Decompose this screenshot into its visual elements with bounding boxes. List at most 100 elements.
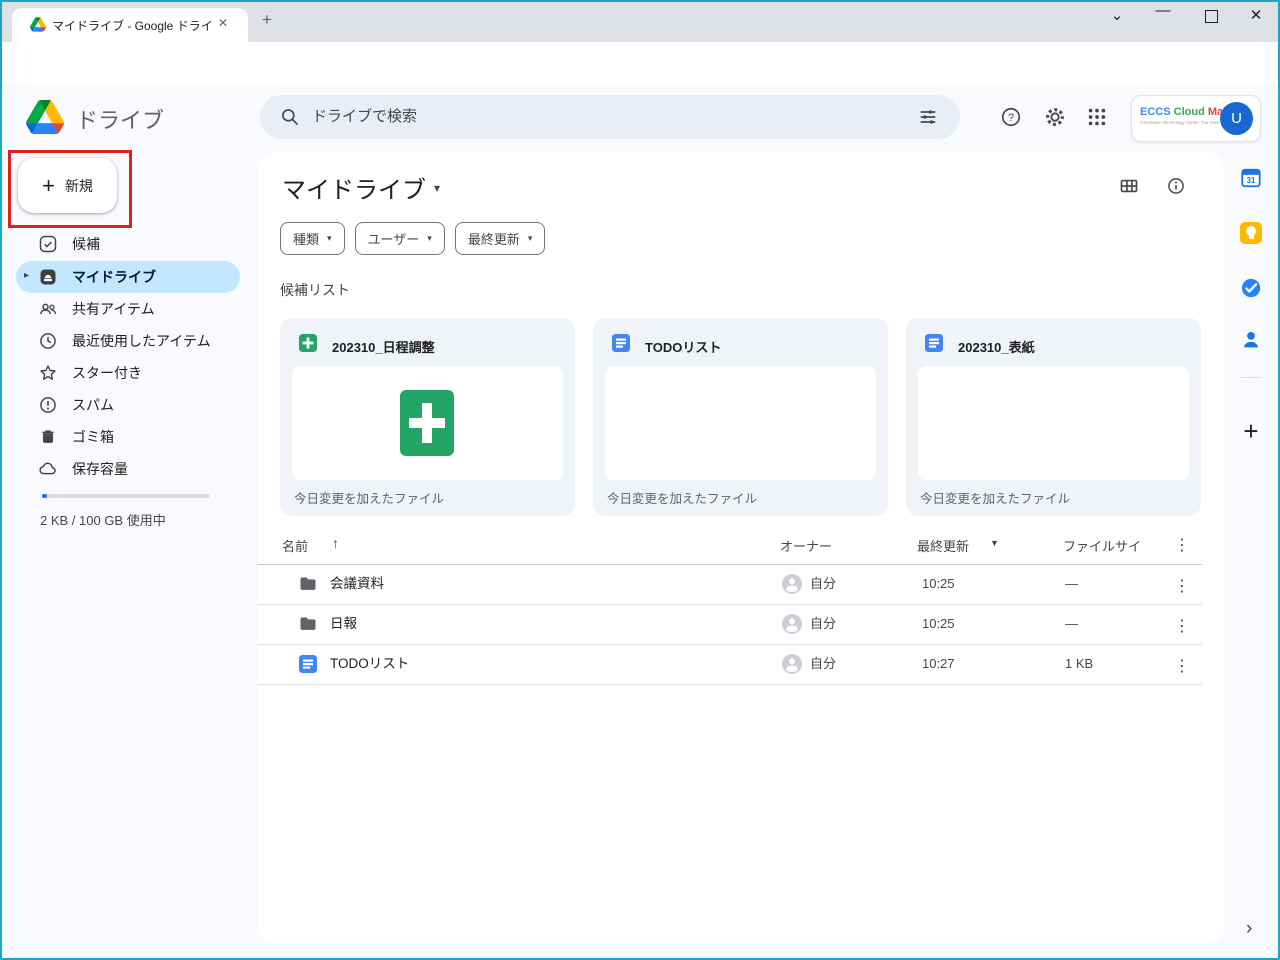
- sidebar-item-recent[interactable]: 最近使用したアイテム: [0, 325, 240, 357]
- filter-label: ユーザー: [368, 229, 420, 248]
- sidebar-item-spam[interactable]: スパム: [0, 389, 240, 421]
- document-icon: [298, 654, 318, 674]
- card-preview: [292, 366, 563, 480]
- minimize-button[interactable]: —: [1153, 2, 1173, 19]
- list-header-menu-icon[interactable]: ⋮: [1174, 535, 1190, 555]
- owner-avatar: [782, 574, 802, 594]
- calendar-icon[interactable]: 31: [1240, 167, 1262, 189]
- show-panel-chevron-icon[interactable]: ›: [1246, 918, 1252, 940]
- sidebar-item-label: スパム: [72, 395, 114, 415]
- suggestions-section-label: 候補リスト: [280, 280, 350, 300]
- app-name: ドライブ: [76, 103, 164, 135]
- tab-close-icon[interactable]: ✕: [218, 16, 228, 30]
- expand-caret-icon[interactable]: ▸: [24, 270, 29, 281]
- search-bar[interactable]: ドライブで検索: [260, 95, 960, 139]
- starred-icon: [38, 363, 58, 383]
- sidebar-item-label: スター付き: [72, 363, 142, 383]
- filter-chip-type[interactable]: 種類 ▾: [280, 222, 345, 255]
- column-name[interactable]: 名前: [282, 536, 308, 555]
- browser-tab[interactable]: マイドライブ - Google ドライブ ✕: [12, 8, 248, 42]
- sidebar-item-starred[interactable]: スター付き: [0, 357, 240, 389]
- trash-icon: [38, 427, 58, 447]
- sidebar-item-label: 候補: [72, 234, 100, 254]
- file-row[interactable]: 会議資料 自分 10:25 — ⋮: [258, 564, 1202, 605]
- spam-icon: [38, 395, 58, 415]
- file-size: —: [1065, 564, 1078, 604]
- card-reason: 今日変更を加えたファイル: [294, 488, 444, 507]
- file-list-header: 名前 ↑ オーナー 最終更新 ▼ ファイルサイ ⋮: [258, 532, 1202, 565]
- chip-caret-icon: ▾: [528, 233, 533, 244]
- sidebar-item-my-drive[interactable]: ▸ マイドライブ: [0, 261, 240, 293]
- sidebar-item-label: 保存容量: [72, 459, 128, 479]
- rail-divider: [1241, 377, 1261, 378]
- folder-icon: [298, 574, 318, 594]
- settings-gear-icon[interactable]: [1044, 106, 1066, 128]
- filter-label: 種類: [293, 229, 319, 248]
- file-row[interactable]: 日報 自分 10:25 — ⋮: [258, 604, 1202, 645]
- drive-favicon: [30, 17, 46, 32]
- sidebar-item-suggestions[interactable]: 候補: [0, 228, 240, 260]
- card-file-name: 202310_表紙: [958, 337, 1035, 356]
- drive-avatar[interactable]: U: [1220, 102, 1253, 135]
- add-app-icon[interactable]: +: [1240, 416, 1262, 447]
- tasks-icon[interactable]: [1240, 277, 1262, 299]
- browser-tab-strip: マイドライブ - Google ドライブ ✕ + ⌄ — ✕: [0, 0, 1280, 42]
- sidebar-item-label: 共有アイテム: [72, 299, 155, 319]
- browser-toolbar: ← → ↻ drive.google.com/drive/my-drive ☆ …: [0, 42, 1280, 86]
- chip-caret-icon: ▾: [327, 233, 332, 244]
- search-options-icon[interactable]: [918, 107, 938, 127]
- owner-avatar: [782, 654, 802, 674]
- page-title-button[interactable]: マイドライブ ▾: [282, 170, 440, 205]
- filter-chip-modified[interactable]: 最終更新 ▾: [455, 222, 546, 255]
- window-close-button[interactable]: ✕: [1246, 6, 1266, 24]
- storage-progress-fill: [42, 494, 47, 498]
- recent-clock-icon: [38, 331, 58, 351]
- tab-search-icon[interactable]: ⌄: [1107, 6, 1127, 24]
- suggestion-card[interactable]: 202310_表紙 今日変更を加えたファイル: [906, 318, 1201, 516]
- file-modified: 10:25: [922, 604, 955, 644]
- apps-grid-icon[interactable]: [1086, 106, 1108, 128]
- storage-cloud-icon: [38, 459, 58, 479]
- folder-icon: [298, 614, 318, 634]
- file-size: —: [1065, 604, 1078, 644]
- maximize-button[interactable]: [1205, 10, 1218, 23]
- document-icon: [924, 333, 944, 353]
- sort-asc-icon[interactable]: ↑: [332, 535, 339, 551]
- plus-icon: +: [42, 173, 55, 199]
- info-icon[interactable]: [1166, 176, 1186, 196]
- keep-icon[interactable]: [1240, 222, 1262, 244]
- suggestion-card[interactable]: TODOリスト 今日変更を加えたファイル: [593, 318, 888, 516]
- sidebar-item-shared[interactable]: 共有アイテム: [0, 293, 240, 325]
- column-owner[interactable]: オーナー: [780, 536, 832, 555]
- help-icon[interactable]: ?: [1000, 106, 1022, 128]
- sidebar-item-label: ゴミ箱: [72, 427, 114, 447]
- suggestion-card[interactable]: 202310_日程調整 今日変更を加えたファイル: [280, 318, 575, 516]
- new-button[interactable]: + 新規: [18, 158, 117, 213]
- row-menu-icon[interactable]: ⋮: [1174, 616, 1190, 636]
- contacts-icon[interactable]: [1240, 329, 1262, 351]
- main-content: マイドライブ ▾ 種類 ▾ ユーザー ▾ 最終更新 ▾ 候補リスト: [258, 152, 1224, 944]
- account-brand: ECCS Cloud Mail: [1140, 106, 1229, 118]
- grid-view-icon[interactable]: [1118, 176, 1140, 196]
- column-size[interactable]: ファイルサイ: [1063, 536, 1141, 555]
- file-size: 1 KB: [1065, 644, 1093, 684]
- storage-usage-text: 2 KB / 100 GB 使用中: [40, 510, 166, 529]
- file-row[interactable]: TODOリスト 自分 10:27 1 KB ⋮: [258, 644, 1202, 685]
- owner-avatar: [782, 614, 802, 634]
- account-card[interactable]: ECCS Cloud Mail Information Technology C…: [1131, 95, 1261, 142]
- new-tab-button[interactable]: +: [262, 10, 272, 30]
- sort-desc-icon[interactable]: ▼: [990, 538, 999, 548]
- tab-title: マイドライブ - Google ドライブ: [52, 17, 212, 34]
- column-modified[interactable]: 最終更新: [917, 536, 969, 555]
- sidebar-item-trash[interactable]: ゴミ箱: [0, 421, 240, 453]
- row-menu-icon[interactable]: ⋮: [1174, 576, 1190, 596]
- my-drive-icon: [38, 267, 58, 287]
- card-reason: 今日変更を加えたファイル: [920, 488, 1070, 507]
- file-modified: 10:25: [922, 564, 955, 604]
- card-preview: [605, 366, 876, 480]
- sidebar-item-storage[interactable]: 保存容量: [0, 453, 240, 485]
- search-placeholder: ドライブで検索: [312, 95, 417, 139]
- row-menu-icon[interactable]: ⋮: [1174, 656, 1190, 676]
- card-file-name: 202310_日程調整: [332, 337, 435, 356]
- filter-chip-user[interactable]: ユーザー ▾: [355, 222, 445, 255]
